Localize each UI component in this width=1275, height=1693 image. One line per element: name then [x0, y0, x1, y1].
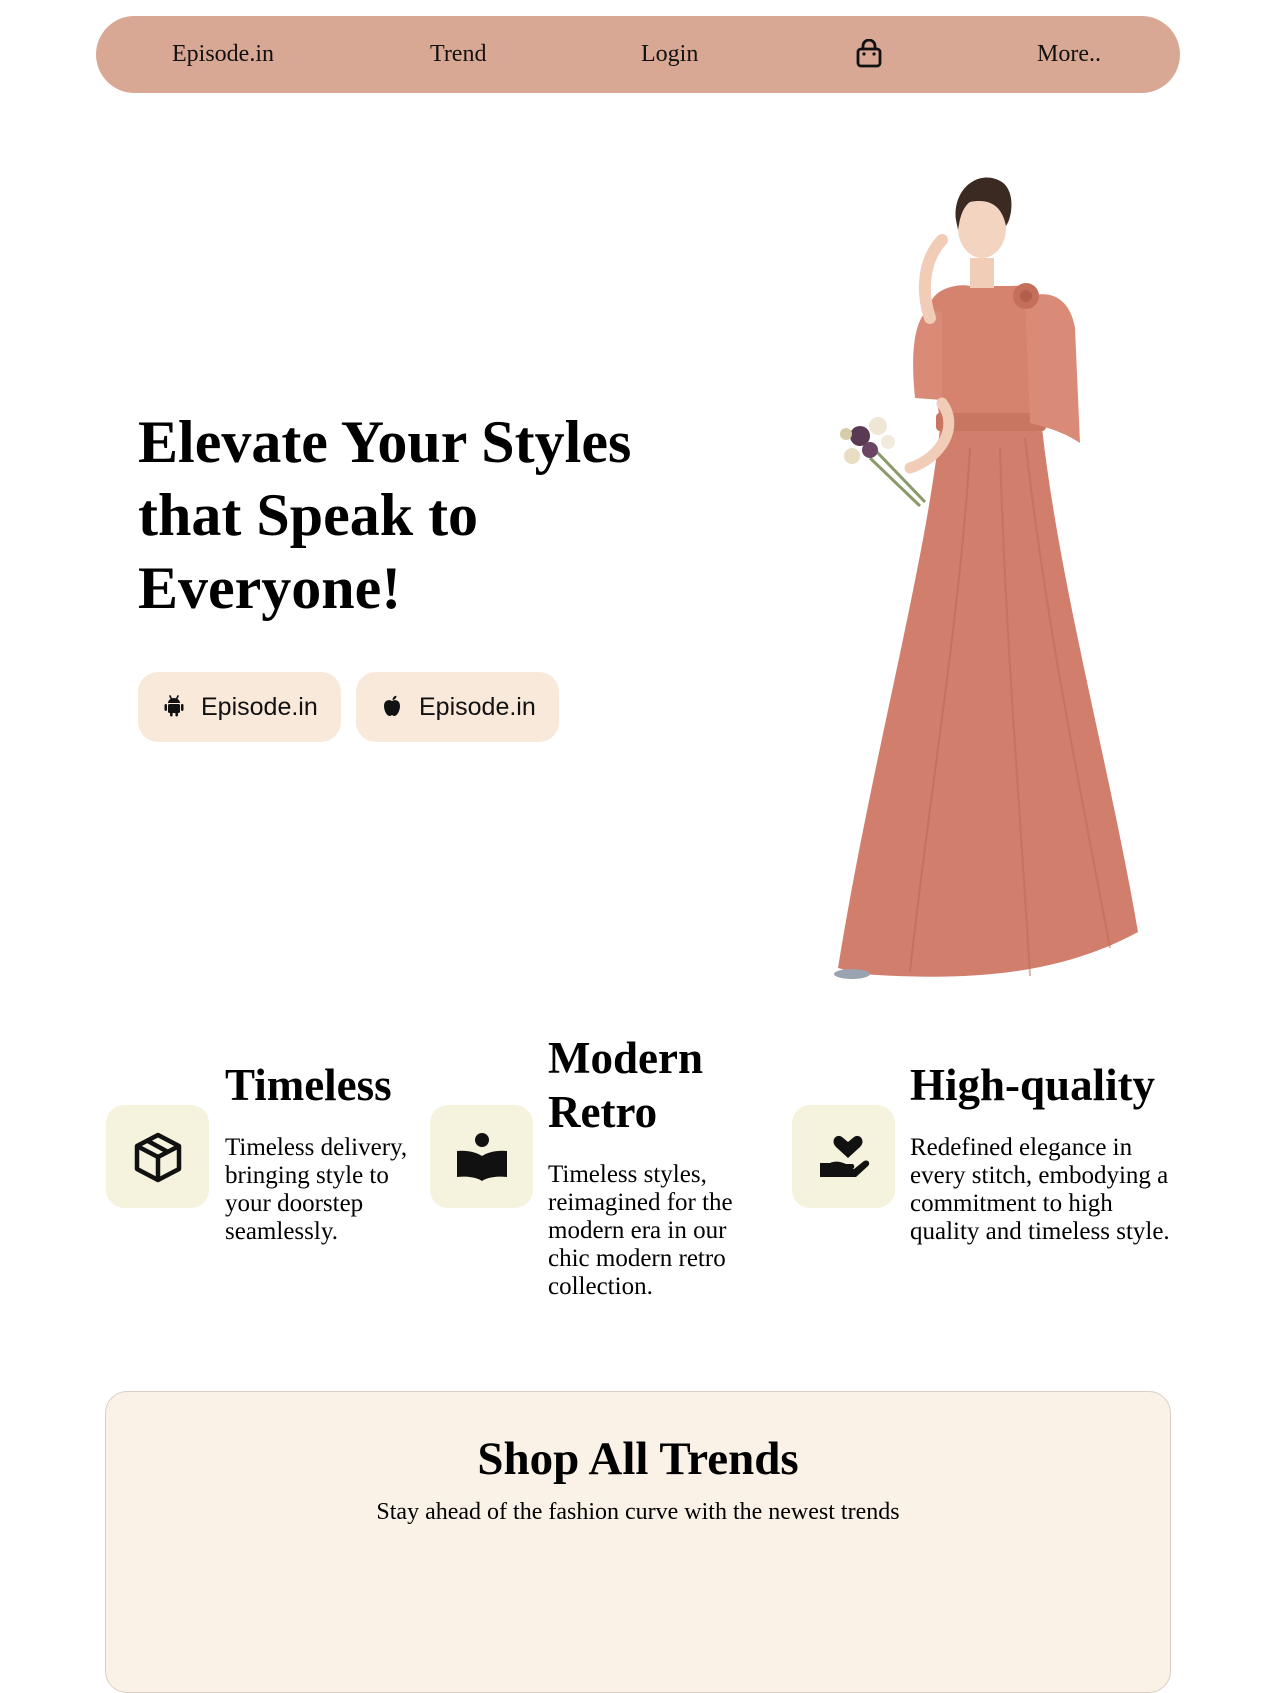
hero-model-image	[830, 168, 1150, 986]
feature-title: High-quality	[910, 1060, 1156, 1110]
android-icon	[164, 695, 184, 717]
heart-hand-icon	[820, 1135, 870, 1177]
shop-section-subtitle: Stay ahead of the fashion curve with the…	[376, 1499, 900, 1525]
feature-description: Redefined elegance in every stitch, embo…	[910, 1134, 1170, 1245]
feature-retro-icon-box	[430, 1105, 533, 1208]
nav-login-link[interactable]: Login	[641, 16, 698, 93]
feature-high-quality: High-quality Redefined elegance in every…	[910, 1058, 1175, 1246]
feature-title: Modern Retro	[548, 1033, 703, 1137]
feature-timeless: Timeless Timeless delivery, bringing sty…	[225, 1058, 415, 1246]
shopping-bag-icon[interactable]	[855, 38, 883, 69]
hero-title: Elevate Your Styles that Speak to Everyo…	[138, 409, 632, 621]
feature-description: Timeless styles, reimagined for the mode…	[548, 1161, 733, 1300]
feature-description: Timeless delivery, bringing style to you…	[225, 1134, 408, 1245]
top-navbar: Episode.in Trend Login More..	[96, 16, 1180, 93]
package-box-icon	[134, 1132, 182, 1183]
feature-modern-retro: Modern Retro Timeless styles, reimagined…	[548, 1031, 748, 1301]
nav-trend-link[interactable]: Trend	[430, 16, 486, 93]
reader-book-icon	[457, 1133, 507, 1181]
shop-all-trends-section: Shop All Trends Stay ahead of the fashio…	[105, 1391, 1171, 1693]
feature-quality-icon-box	[792, 1105, 895, 1208]
shop-section-title: Shop All Trends	[477, 1433, 799, 1485]
nav-more-link[interactable]: More..	[1037, 16, 1101, 93]
android-button-label: Episode.in	[201, 693, 318, 721]
feature-title: Timeless	[225, 1060, 392, 1110]
apple-icon	[382, 695, 402, 717]
feature-timeless-icon-box	[106, 1105, 209, 1208]
apple-button-label: Episode.in	[419, 693, 536, 721]
android-app-button[interactable]: Episode.in	[138, 672, 341, 742]
apple-app-button[interactable]: Episode.in	[356, 672, 559, 742]
nav-brand-link[interactable]: Episode.in	[172, 16, 274, 93]
